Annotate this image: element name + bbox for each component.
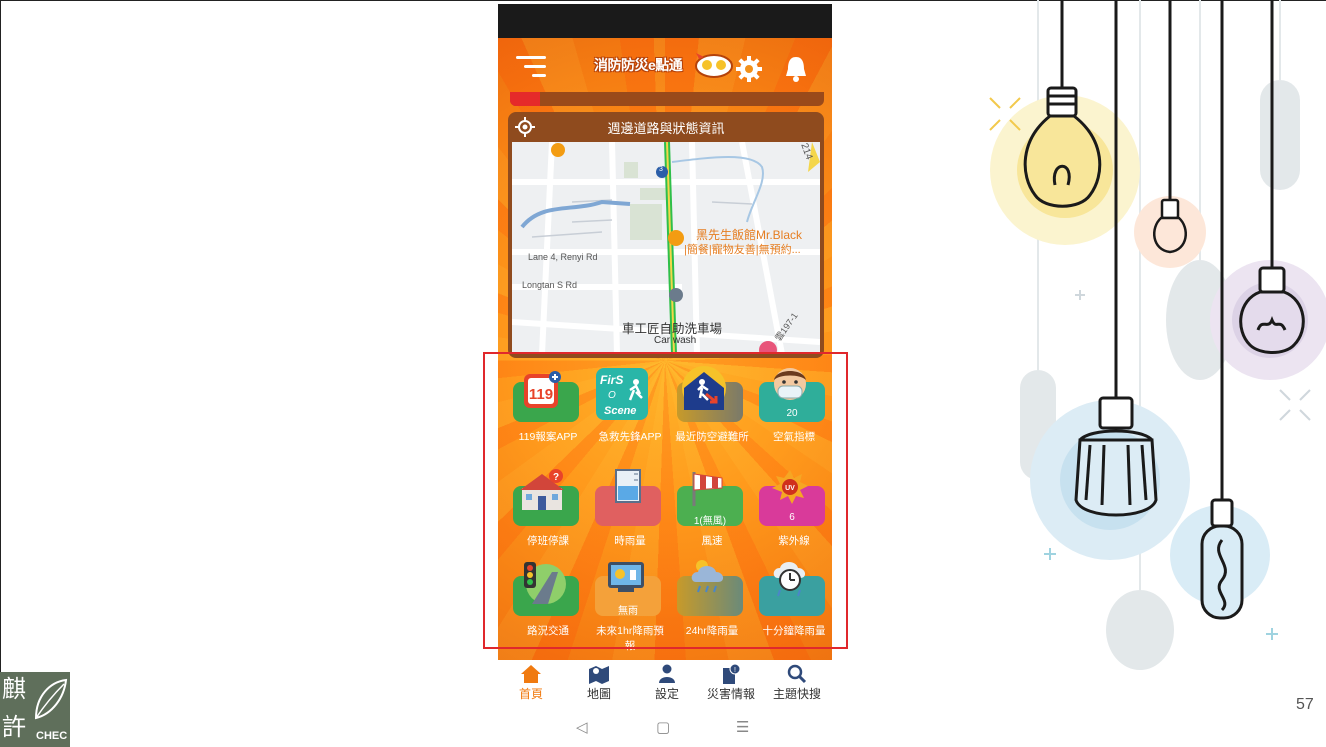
tile-label: 空氣指標 (773, 431, 815, 443)
rain-cloud-icon (691, 560, 724, 593)
bottom-nav-bar: 首頁 地圖 設定 ! 災害情報 主題快搜 (498, 660, 832, 708)
menu-icon[interactable] (516, 56, 546, 80)
nav-label: 地圖 (586, 687, 611, 701)
svg-text:119: 119 (529, 386, 553, 403)
app-title: 消防防災e點通 (594, 57, 683, 73)
nav-disaster-info[interactable]: ! 災害情報 (701, 664, 761, 702)
status-bar (498, 4, 832, 38)
person-icon (659, 664, 675, 683)
android-back-button[interactable]: ◁ (576, 718, 588, 736)
nav-quick-search[interactable]: 主題快搜 (767, 664, 827, 702)
map-card: 週邊道路與狀態資訊 3 214 黑先生飯館Mr.Black |簡餐|寵物友善|無… (508, 112, 824, 358)
map-route-badge: 3 (659, 166, 663, 173)
nav-label: 首頁 (518, 687, 543, 701)
tile-label: 十分鐘降雨量 (762, 625, 826, 637)
page-number: 57 (1296, 696, 1314, 713)
tile-first-on-scene[interactable]: FirS O Scene 急救先鋒APP (586, 364, 662, 454)
windsock-icon (692, 472, 723, 506)
nav-label: 設定 (654, 687, 679, 701)
leaf-logo-icon (34, 678, 68, 720)
map-road-longtan: Longtan S Rd (522, 280, 578, 290)
mask-face-icon (774, 368, 806, 400)
company-logo: 麒 許 CHEC (0, 672, 70, 747)
tile-rainfall-24hr[interactable]: 24hr降雨量 (668, 558, 744, 648)
map-card-header: 週邊道路與狀態資訊 (508, 112, 824, 142)
nav-map[interactable]: 地圖 (569, 664, 629, 702)
weather-monitor-icon (608, 562, 644, 592)
svg-text:Scene: Scene (604, 405, 636, 417)
mascot-logo-icon (695, 53, 733, 78)
nav-label: 災害情報 (706, 687, 755, 701)
tile-119-report[interactable]: 119 119報案APP (504, 364, 580, 454)
school-icon: ? (520, 469, 564, 510)
nav-home[interactable]: 首頁 (501, 664, 561, 702)
tile-rain-forecast-1hr[interactable]: 無雨 未來1hr降雨預報 (586, 558, 664, 658)
map-road-renyi: Lane 4, Renyi Rd (528, 252, 598, 262)
tile-value: 無雨 (618, 606, 638, 617)
rain-timer-icon (773, 562, 806, 597)
tile-value: 1(無風) (693, 516, 727, 527)
first-on-scene-icon: FirS O Scene (596, 368, 648, 420)
tile-hourly-rainfall[interactable]: 時雨量 (586, 468, 662, 558)
svg-text:?: ? (553, 472, 559, 483)
tile-air-quality[interactable]: 20 空氣指標 (750, 364, 826, 454)
tile-label: 急救先鋒APP (598, 431, 662, 443)
uv-sun-icon: UV (772, 470, 808, 504)
tile-wind-speed[interactable]: 1(無風) 風速 (668, 468, 744, 558)
logo-char-2: 許 (2, 713, 26, 741)
svg-text:!: ! (734, 667, 736, 674)
android-home-button[interactable]: ▢ (656, 718, 670, 736)
bell-icon[interactable] (782, 54, 810, 84)
svg-text:FirS: FirS (600, 373, 623, 387)
nav-settings[interactable]: 設定 (637, 664, 697, 702)
alert-doc-icon: ! (723, 664, 741, 684)
home-icon (521, 665, 541, 683)
map-card-title: 週邊道路與狀態資訊 (607, 121, 725, 136)
map-restaurant-tags: |簡餐|寵物友善|無預約... (684, 244, 801, 256)
traffic-light-icon (524, 562, 566, 604)
app-bar: 消防防災e點通 (498, 38, 832, 98)
feature-grid: 119 119報案APP FirS O Scene 急救先鋒APP 最近防空避難… (498, 358, 832, 653)
map-icon (589, 666, 609, 684)
decorative-bulbs-illustration (989, 0, 1326, 670)
tile-traffic-conditions[interactable]: 路況交通 (504, 558, 580, 648)
phone-119-icon: 119 (524, 371, 561, 408)
tile-label: 最近防空避難所 (675, 431, 749, 443)
logo-text: CHEC (36, 730, 68, 742)
road-map[interactable]: 3 214 黑先生飯館Mr.Black |簡餐|寵物友善|無預約... Lane… (512, 142, 820, 354)
tile-label: 未來1hr降雨預報 (596, 625, 664, 652)
svg-text:UV: UV (785, 485, 795, 492)
rain-gauge-icon (615, 469, 641, 503)
tile-value: 20 (786, 408, 798, 419)
tile-school-closure[interactable]: ? 停班停課 (504, 468, 580, 558)
svg-text:O: O (608, 390, 616, 401)
map-carwash-type: Car wash (654, 335, 697, 346)
logo-char-1: 麒 (2, 675, 26, 703)
tile-value: 6 (789, 512, 795, 523)
search-icon (787, 664, 807, 684)
shelter-icon (682, 366, 726, 410)
tile-label: 路況交通 (527, 625, 569, 637)
android-nav-bar: ◁ ▢ ☰ (498, 708, 832, 747)
tile-label: 紫外線 (778, 535, 810, 547)
gear-icon[interactable] (735, 55, 763, 83)
android-recents-button[interactable]: ☰ (736, 718, 749, 736)
tile-uv-index[interactable]: UV 6 紫外線 (750, 468, 826, 558)
tile-air-raid-shelter[interactable]: 最近防空避難所 (668, 364, 749, 464)
tile-rainfall-10min[interactable]: 十分鐘降雨量 (750, 558, 826, 648)
nav-label: 主題快搜 (772, 687, 821, 701)
